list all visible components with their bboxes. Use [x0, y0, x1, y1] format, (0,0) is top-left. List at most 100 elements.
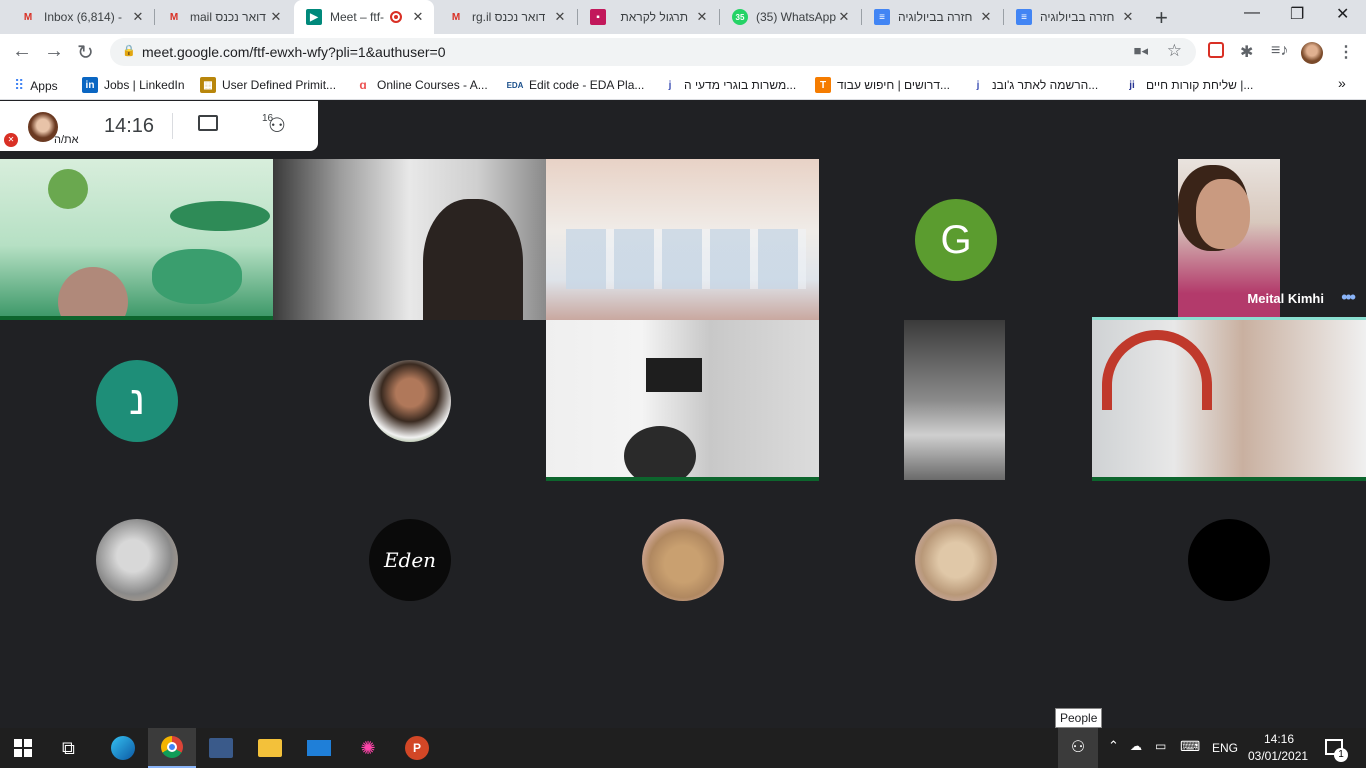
tab-title: חזרה בביולוגיה — [1040, 10, 1115, 24]
bookmark-label: Online Courses - A... — [377, 78, 488, 92]
bookmark-label: User Defined Primit... — [222, 78, 337, 92]
participant-tile-row3-5[interactable] — [1092, 481, 1366, 641]
divider — [172, 113, 173, 139]
participant-tile-eden[interactable]: Eden — [273, 481, 546, 641]
video-tile-ocean-background[interactable] — [0, 159, 273, 320]
bookmark-jobinfo-1[interactable]: j משרות בוגרי מדעי ה... — [662, 77, 797, 93]
bookmarks-overflow-icon[interactable]: » — [1338, 75, 1346, 91]
star-icon[interactable]: ☆ — [1167, 41, 1182, 61]
tray-chevron-icon[interactable]: ⌃ — [1108, 738, 1119, 754]
tab-docs-2[interactable]: ≡ חזרה בביולוגיה ✕ — [1004, 0, 1144, 34]
mail-icon[interactable] — [307, 740, 331, 756]
close-window-button[interactable]: ✕ — [1336, 4, 1349, 24]
video-tile-kitchen[interactable] — [273, 159, 546, 320]
extension-badge-icon[interactable] — [1208, 42, 1224, 58]
gmail-icon: M — [169, 11, 179, 23]
profile-avatar[interactable] — [1301, 42, 1323, 64]
jobinfo-icon: j — [976, 79, 980, 91]
bookmark-label: Edit code - EDA Pla... — [529, 78, 645, 92]
close-icon[interactable]: ✕ — [410, 9, 426, 25]
edge-icon[interactable] — [111, 736, 135, 760]
new-tab-button[interactable]: + — [1155, 5, 1168, 31]
chrome-taskbar-active[interactable] — [148, 728, 196, 768]
extensions-icon[interactable]: ✱ — [1240, 42, 1253, 62]
tab-forms[interactable]: ▪ תרגול לקראת ✕ — [578, 0, 718, 34]
self-label: את/ה — [54, 134, 79, 146]
tab-meet[interactable]: ▶ Meet – ftf- ✕ — [294, 0, 434, 34]
bookmark-linkedin[interactable]: in Jobs | LinkedIn — [82, 77, 185, 93]
video-tile-meital-kimhi[interactable]: Meital Kimhi ••• — [1092, 159, 1366, 317]
close-icon[interactable]: ✕ — [1120, 9, 1136, 25]
people-taskbar-button[interactable]: ⚇ — [1058, 728, 1098, 768]
close-icon[interactable]: ✕ — [552, 9, 568, 25]
fish-decoration — [48, 169, 88, 209]
linkedin-icon: in — [82, 77, 98, 93]
reload-button[interactable]: ↻ — [77, 40, 94, 65]
clock-date[interactable]: 03/01/2021 — [1248, 749, 1308, 763]
tab-title: (35) WhatsApp — [756, 10, 836, 24]
people-icon[interactable]: ⚇ — [268, 116, 286, 136]
notification-count: 1 — [1334, 748, 1348, 762]
participant-avatar-photo — [96, 519, 178, 601]
language-indicator[interactable]: ENG — [1212, 741, 1238, 755]
more-menu-icon[interactable]: ⋮ — [1338, 42, 1354, 62]
participant-tile-row3-1[interactable] — [0, 481, 273, 641]
bookmark-label: משרות בוגרי מדעי ה... — [684, 78, 797, 92]
close-icon[interactable]: ✕ — [836, 9, 852, 25]
close-icon[interactable]: ✕ — [130, 9, 146, 25]
media-control-icon[interactable]: ≡♪ — [1271, 42, 1288, 60]
clock-time[interactable]: 14:16 — [1264, 732, 1294, 746]
task-view-icon[interactable]: ⧉ — [62, 736, 86, 760]
close-icon[interactable]: ✕ — [694, 9, 710, 25]
forward-button[interactable]: → — [44, 40, 64, 63]
participant-tile-row3-3[interactable] — [546, 481, 819, 641]
participant-tile-g[interactable]: G — [819, 159, 1092, 320]
restore-button[interactable]: ❐ — [1290, 4, 1304, 24]
address-bar[interactable]: 🔒 meet.google.com/ftf-ewxh-wfy?pli=1&aut… — [110, 38, 1196, 66]
chat-icon[interactable] — [198, 115, 218, 131]
bookmark-label: שליחת קורות חיים |... — [1146, 78, 1254, 92]
bookmark-eda[interactable]: EDA Edit code - EDA Pla... — [507, 77, 645, 93]
close-icon[interactable]: ✕ — [978, 9, 994, 25]
t-site-icon: T — [815, 77, 831, 93]
network-icon[interactable]: ▭ — [1155, 739, 1166, 753]
windows-start-icon[interactable] — [14, 739, 32, 757]
video-tile-headphones[interactable] — [1092, 317, 1366, 481]
bookmark-t-site[interactable]: T דרושים | חיפוש עבוד... — [815, 77, 950, 93]
back-button[interactable]: ← — [12, 40, 32, 63]
powerpoint-icon[interactable]: P — [405, 736, 429, 760]
paint-icon[interactable]: ✺ — [356, 736, 380, 760]
tab-gmail-3[interactable]: M rg.il דואר נכנס ✕ — [436, 0, 576, 34]
close-icon[interactable]: ✕ — [268, 9, 284, 25]
participant-avatar-black — [1188, 519, 1270, 601]
bookmark-user-defined[interactable]: ▦ User Defined Primit... — [200, 77, 336, 93]
tab-gmail-2[interactable]: M mail דואר נכנס ✕ — [154, 0, 292, 34]
more-options-icon[interactable]: ••• — [1341, 287, 1356, 308]
tab-gmail-inbox[interactable]: M Inbox (6,814) - ✕ — [8, 0, 154, 34]
file-explorer-icon[interactable] — [258, 739, 282, 757]
participant-tile-photo-flowers[interactable] — [273, 320, 546, 481]
video-tile-bedroom[interactable] — [546, 320, 819, 481]
tab-docs-1[interactable]: ≡ חזרה בביולוגיה ✕ — [862, 0, 1002, 34]
participant-avatar-nun: נ — [96, 360, 178, 442]
video-tile-dark[interactable] — [904, 320, 1005, 480]
store-icon[interactable] — [209, 738, 233, 758]
participant-tile-nun[interactable]: נ — [0, 320, 273, 481]
onedrive-icon[interactable]: ☁ — [1130, 739, 1142, 753]
tab-whatsapp[interactable]: 35 (35) WhatsApp ✕ — [720, 0, 860, 34]
docs-icon: ≡ — [1016, 9, 1032, 25]
url-text: meet.google.com/ftf-ewxh-wfy?pli=1&authu… — [142, 44, 446, 60]
bookmark-apps[interactable]: ⠿ Apps — [14, 77, 58, 94]
bookmark-udemy[interactable]: ɑ Online Courses - A... — [355, 77, 488, 93]
bookmark-jobinfo-2[interactable]: j הרשמה לאתר ג'ובנ... — [970, 77, 1099, 93]
camera-icon[interactable]: ■◂ — [1134, 43, 1148, 59]
tv-shape — [646, 358, 702, 392]
video-tile-glasses[interactable] — [546, 159, 819, 320]
bookmark-ji[interactable]: ji שליחת קורות חיים |... — [1124, 77, 1253, 93]
keyboard-icon[interactable]: ⌨ — [1180, 738, 1200, 755]
tab-title: mail דואר נכנס — [190, 10, 266, 24]
participant-tile-row3-4[interactable] — [819, 481, 1092, 641]
jobinfo-icon: j — [668, 79, 672, 91]
chrome-icon — [161, 736, 183, 758]
minimize-button[interactable]: — — [1244, 4, 1260, 22]
